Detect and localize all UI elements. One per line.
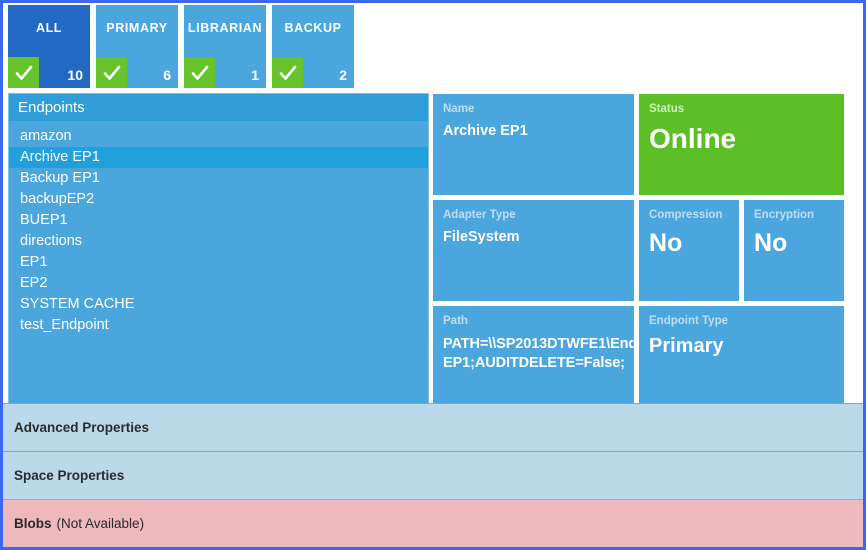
filter-tile-primary[interactable]: PRIMARY 6 [96,5,178,88]
filter-tile-label: ALL [35,21,63,35]
accordion-title: Space Properties [14,468,125,483]
filter-tile-count: 6 [163,67,171,83]
detail-tile-endpoint-type[interactable]: Endpoint Type Primary [639,306,844,406]
list-item[interactable]: Backup EP1 [9,168,428,189]
filter-tile-backup[interactable]: BACKUP 2 [272,5,354,88]
list-item[interactable]: amazon [9,126,428,147]
accordion-row-advanced-properties[interactable]: Advanced Properties [3,403,863,451]
detail-value: Primary [649,335,724,357]
endpoints-panel-header: Endpoints [9,94,428,121]
list-item[interactable]: backupEP2 [9,189,428,210]
endpoint-details: Name Archive EP1 Status Online Adapter T… [433,94,864,406]
list-item[interactable]: Archive EP1 [9,147,428,168]
endpoints-panel: Endpoints amazon Archive EP1 Backup EP1 … [8,93,429,406]
detail-row-2: Adapter Type FileSystem Compression No E… [433,200,864,301]
filter-tile-bar: ALL 10 PRIMARY 6 LIBRARIAN 1 BACKUP 2 [8,5,354,88]
list-item[interactable]: directions [9,231,428,252]
list-item[interactable]: test_Endpoint [9,315,428,336]
detail-tile-name[interactable]: Name Archive EP1 [433,94,634,195]
check-icon [272,57,303,88]
list-item[interactable]: EP1 [9,252,428,273]
filter-tile-label: LIBRARIAN [187,21,263,35]
detail-tile-compression[interactable]: Compression No [639,200,739,301]
endpoints-list: amazon Archive EP1 Backup EP1 backupEP2 … [9,121,428,336]
check-icon [8,57,39,88]
detail-label: Encryption [754,209,815,221]
accordion-row-space-properties[interactable]: Space Properties [3,451,863,499]
detail-row-1: Name Archive EP1 Status Online [433,94,864,195]
list-item[interactable]: SYSTEM CACHE [9,294,428,315]
detail-tile-adapter-type[interactable]: Adapter Type FileSystem [433,200,634,301]
list-item[interactable]: EP2 [9,273,428,294]
detail-label: Status [649,103,685,115]
detail-value: No [754,229,788,257]
detail-label: Path [443,315,468,327]
status-badge: Online [649,123,737,154]
accordion-title: Advanced Properties [14,420,150,435]
properties-accordion: Advanced Properties Space Properties Blo… [3,403,863,547]
detail-tile-path[interactable]: Path PATH=\\SP2013DTWFE1\Endpoints\Archi… [433,306,634,406]
detail-label: Compression [649,209,723,221]
detail-value: FileSystem [443,229,520,245]
filter-tile-count: 10 [67,67,83,83]
filter-tile-librarian[interactable]: LIBRARIAN 1 [184,5,266,88]
accordion-row-blobs[interactable]: Blobs (Not Available) [3,499,863,547]
detail-tile-status[interactable]: Status Online [639,94,844,195]
endpoint-manager-window: ALL 10 PRIMARY 6 LIBRARIAN 1 BACKUP 2 En… [0,0,866,550]
detail-label: Adapter Type [443,209,516,221]
filter-tile-count: 2 [339,67,347,83]
filter-tile-label: BACKUP [284,21,342,35]
check-icon [96,57,127,88]
filter-tile-count: 1 [251,67,259,83]
filter-tile-label: PRIMARY [106,21,168,35]
accordion-subtitle: (Not Available) [56,516,145,531]
detail-label: Name [443,103,475,115]
detail-row-3: Path PATH=\\SP2013DTWFE1\Endpoints\Archi… [433,306,864,406]
filter-tile-all[interactable]: ALL 10 [8,5,90,88]
detail-value: Archive EP1 [443,123,528,139]
check-icon [184,57,215,88]
detail-tile-encryption[interactable]: Encryption No [744,200,844,301]
detail-value: PATH=\\SP2013DTWFE1\Endpoints\Archive EP… [443,336,634,371]
detail-label: Endpoint Type [649,315,729,327]
accordion-title: Blobs [14,516,52,531]
detail-value: No [649,229,683,257]
list-item[interactable]: BUEP1 [9,210,428,231]
